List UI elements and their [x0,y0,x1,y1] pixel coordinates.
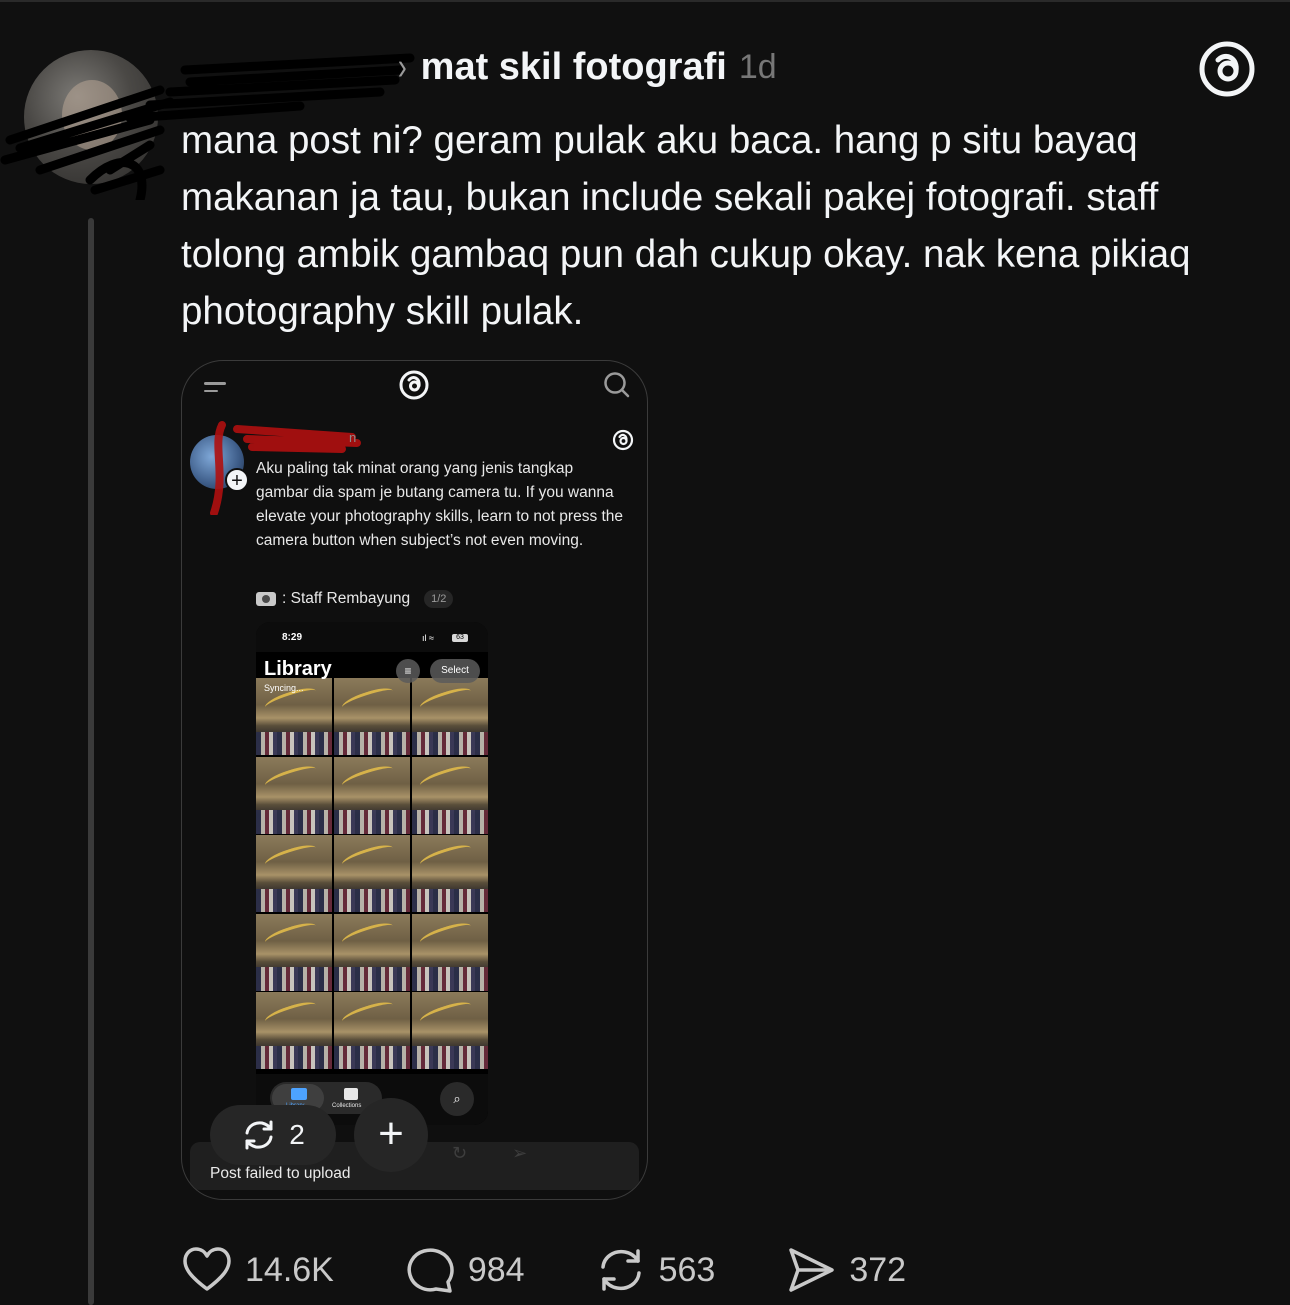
photo-tile [411,913,488,991]
page-badge: 1/2 [424,590,454,608]
photo-tile [333,835,411,912]
photo-grid [256,678,488,1069]
collections-tab-label: Collections [332,1103,362,1109]
plus-icon[interactable]: + [354,1098,428,1172]
repost-button[interactable]: 563 [595,1244,716,1296]
comment-icon [407,1248,454,1293]
battery-icon: 63 [452,634,468,642]
heart-icon [183,1247,231,1291]
photo-tile [256,992,333,1069]
photo-tile [411,835,488,912]
caption-text: : Staff Rembayung [282,590,411,607]
repost-icon [245,1120,273,1150]
follow-plus-icon: + [225,468,249,492]
embedded-caption: : Staff Rembayung 1/2 [256,590,454,608]
upload-failed-text: Post failed to upload [210,1165,351,1182]
photo-tile [411,756,488,834]
photo-tile [333,992,411,1069]
photo-tile [333,756,411,834]
share-count: 372 [849,1250,907,1289]
chevron-right-icon: › [397,46,407,88]
thread-line [88,218,94,1305]
faint-action-icons: ↻ ➢ [452,1143,548,1163]
like-button[interactable]: 14.6K [181,1244,334,1296]
inner-author-fragment: n [349,430,357,445]
retry-count: 2 [289,1119,305,1150]
threads-logo-icon[interactable] [1198,40,1256,98]
search-icon [604,372,630,398]
camera-icon [256,592,276,606]
photo-tile [256,913,333,991]
phone-time: 8:29 [282,632,303,643]
select-button: Select [430,659,480,683]
embedded-post-text: Aku paling tak minat orang yang jenis ta… [256,460,624,549]
photo-tile [411,992,488,1069]
retry-button[interactable]: 2 [210,1105,336,1165]
threads-logo-icon [399,370,429,400]
library-title: Library [264,658,332,680]
photo-tile [411,678,488,755]
reply-count: 984 [467,1250,525,1289]
collections-tab-icon [344,1088,358,1100]
share-icon [789,1248,835,1292]
top-divider [0,0,1290,2]
reply-button[interactable]: 984 [404,1244,525,1296]
phone-screenshot: 8:29 ıl ≈ 63 Library Syncing... ≡ Select… [256,622,488,1125]
syncing-status: Syncing... [264,683,304,693]
share-button[interactable]: 372 [785,1244,906,1296]
photo-tile [256,756,333,834]
photo-tile [333,913,411,991]
post-header: › mat skil fotografi 1d [396,42,777,92]
forum-name[interactable]: mat skil fotografi [421,46,727,89]
action-bar: 14.6K 984 563 372 [181,1240,976,1300]
post-text: mana post ni? geram pulak aku baca. hang… [181,119,1191,333]
embedded-screenshot[interactable]: + n Aku paling tak minat orang yang jeni… [181,360,648,1200]
photo-tile [333,678,411,755]
like-count: 14.6K [245,1250,334,1289]
post-time: 1d [738,47,777,86]
repost-icon [600,1249,641,1291]
wifi-icon: ıl ≈ [422,633,434,643]
repost-count: 563 [658,1250,716,1289]
filter-icon: ≡ [396,659,420,683]
menu-icon [204,377,226,397]
library-tab-icon [291,1088,307,1100]
threads-logo-icon [612,429,634,451]
photo-tile [256,835,333,912]
search-icon: ⌕ [440,1082,474,1116]
